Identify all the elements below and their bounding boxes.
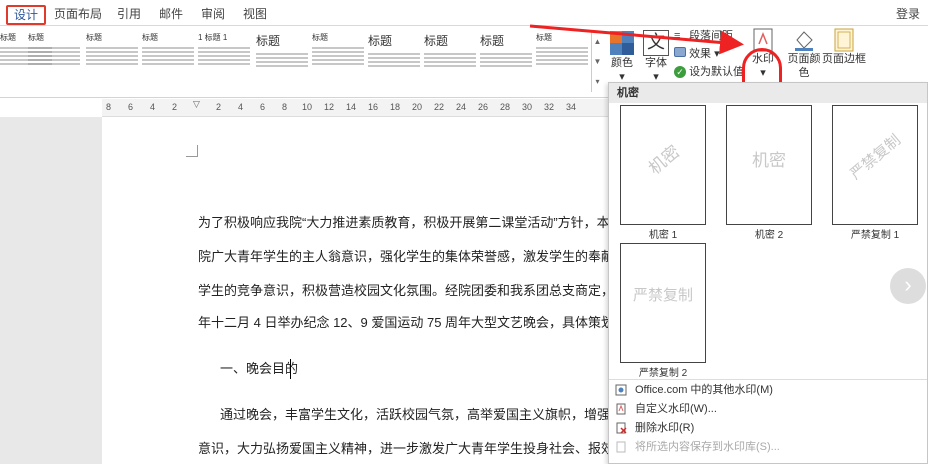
menu-save-to-gallery[interactable]: 将所选内容保存到水印库(S)... <box>609 438 927 456</box>
watermark-preview-text: 机密 <box>752 151 786 171</box>
watermark-preview-text: 机密 <box>645 141 685 180</box>
save-watermark-icon <box>616 441 626 453</box>
dropdown-divider <box>609 379 927 380</box>
document-page[interactable]: 为了积极响应我院“大力推进素质教育，积极开展第二课堂活动”方针，本着提高 院广大… <box>102 117 667 464</box>
menu-more-watermarks[interactable]: Office.com 中的其他水印(M) <box>609 381 927 399</box>
doc-line: 年十二月 4 日举办纪念 12、9 爱国运动 75 周年大型文艺晚会，具体策划如… <box>198 315 654 330</box>
watermark-dropdown: 机密 机密 机密 1 机密 机密 2 严禁复制 严禁复制 1 严禁复制 严禁复制… <box>608 82 928 464</box>
menu-label: 自定义水印(W)... <box>635 403 717 415</box>
chevron-right-icon[interactable]: › <box>890 268 926 304</box>
ruler-tick: 12 <box>324 102 335 112</box>
watermark-caption: 严禁复制 2 <box>638 368 688 379</box>
ruler-tick: 8 <box>282 102 288 112</box>
ruler-tick: 22 <box>434 102 445 112</box>
ruler-tick: 2 <box>172 102 178 112</box>
watermark-caption: 机密 2 <box>754 230 784 241</box>
menu-remove-watermark[interactable]: 删除水印(R) <box>609 419 927 437</box>
ruler-tick: 34 <box>566 102 577 112</box>
menu-custom-watermark[interactable]: 自定义水印(W)... <box>609 400 927 418</box>
ruler-tick: 6 <box>260 102 266 112</box>
ruler-tick: 24 <box>456 102 467 112</box>
watermark-option-no-copy-1[interactable]: 严禁复制 <box>832 105 918 225</box>
custom-watermark-icon <box>616 403 626 415</box>
ruler-tick: 26 <box>478 102 489 112</box>
watermark-preview-text: 严禁复制 <box>632 286 693 304</box>
remove-watermark-icon <box>616 422 627 434</box>
doc-heading: 一、晚会目的 <box>220 361 299 376</box>
ruler-tick: 14 <box>346 102 357 112</box>
ruler-tick: 30 <box>522 102 533 112</box>
text-cursor <box>290 359 291 379</box>
doc-line: 通过晚会，丰富学生文化，活跃校园气氛，高举爱国主义旗帜，增强大学生爱 <box>220 407 663 422</box>
horizontal-ruler[interactable]: 8 6 4 2 2 4 6 8 10 12 14 16 18 20 22 24 … <box>102 99 608 117</box>
doc-line: 院广大青年学生的主人翁意识，强化学生的集体荣誉感，激发学生的奉献精神，增 <box>198 249 667 264</box>
watermark-option-confidential-1[interactable]: 机密 <box>620 105 706 225</box>
office-watermark-icon <box>615 384 627 396</box>
doc-line: 学生的竞争意识，积极营造校园文化氛围。经院团委和我系团总支商定，于二 0 一 <box>198 283 668 298</box>
ruler-tick: 2 <box>216 102 222 112</box>
ruler-tick: 10 <box>302 102 313 112</box>
watermark-caption: 机密 1 <box>648 230 678 241</box>
ruler-tick: 20 <box>412 102 423 112</box>
watermark-option-no-copy-2[interactable]: 严禁复制 <box>620 243 706 363</box>
menu-label: 删除水印(R) <box>635 422 695 434</box>
margin-corner-mark <box>186 145 198 157</box>
doc-line: 意识，大力弘扬爱国主义精神，进一步激发广大青年学生投身社会、报效祖国，实 <box>198 441 667 456</box>
indent-marker-icon[interactable]: ▽ <box>193 99 200 110</box>
ruler-tick: 8 <box>106 102 112 112</box>
menu-label: Office.com 中的其他水印(M) <box>635 384 773 396</box>
ruler-tick: 4 <box>150 102 156 112</box>
menu-label: 将所选内容保存到水印库(S)... <box>635 441 780 453</box>
dropdown-section-header: 机密 <box>609 83 927 103</box>
doc-line: 为了积极响应我院“大力推进素质教育，积极开展第二课堂活动”方针，本着提高 <box>198 215 649 230</box>
watermark-caption: 严禁复制 1 <box>850 230 900 241</box>
ruler-tick: 18 <box>390 102 401 112</box>
watermark-preview-text: 严禁复制 <box>846 130 905 184</box>
watermark-option-confidential-2[interactable]: 机密 <box>726 105 812 225</box>
ruler-tick: 28 <box>500 102 511 112</box>
ruler-tick: 16 <box>368 102 379 112</box>
ruler-tick: 32 <box>544 102 555 112</box>
ruler-tick: 4 <box>238 102 244 112</box>
ruler-tick: 6 <box>128 102 134 112</box>
